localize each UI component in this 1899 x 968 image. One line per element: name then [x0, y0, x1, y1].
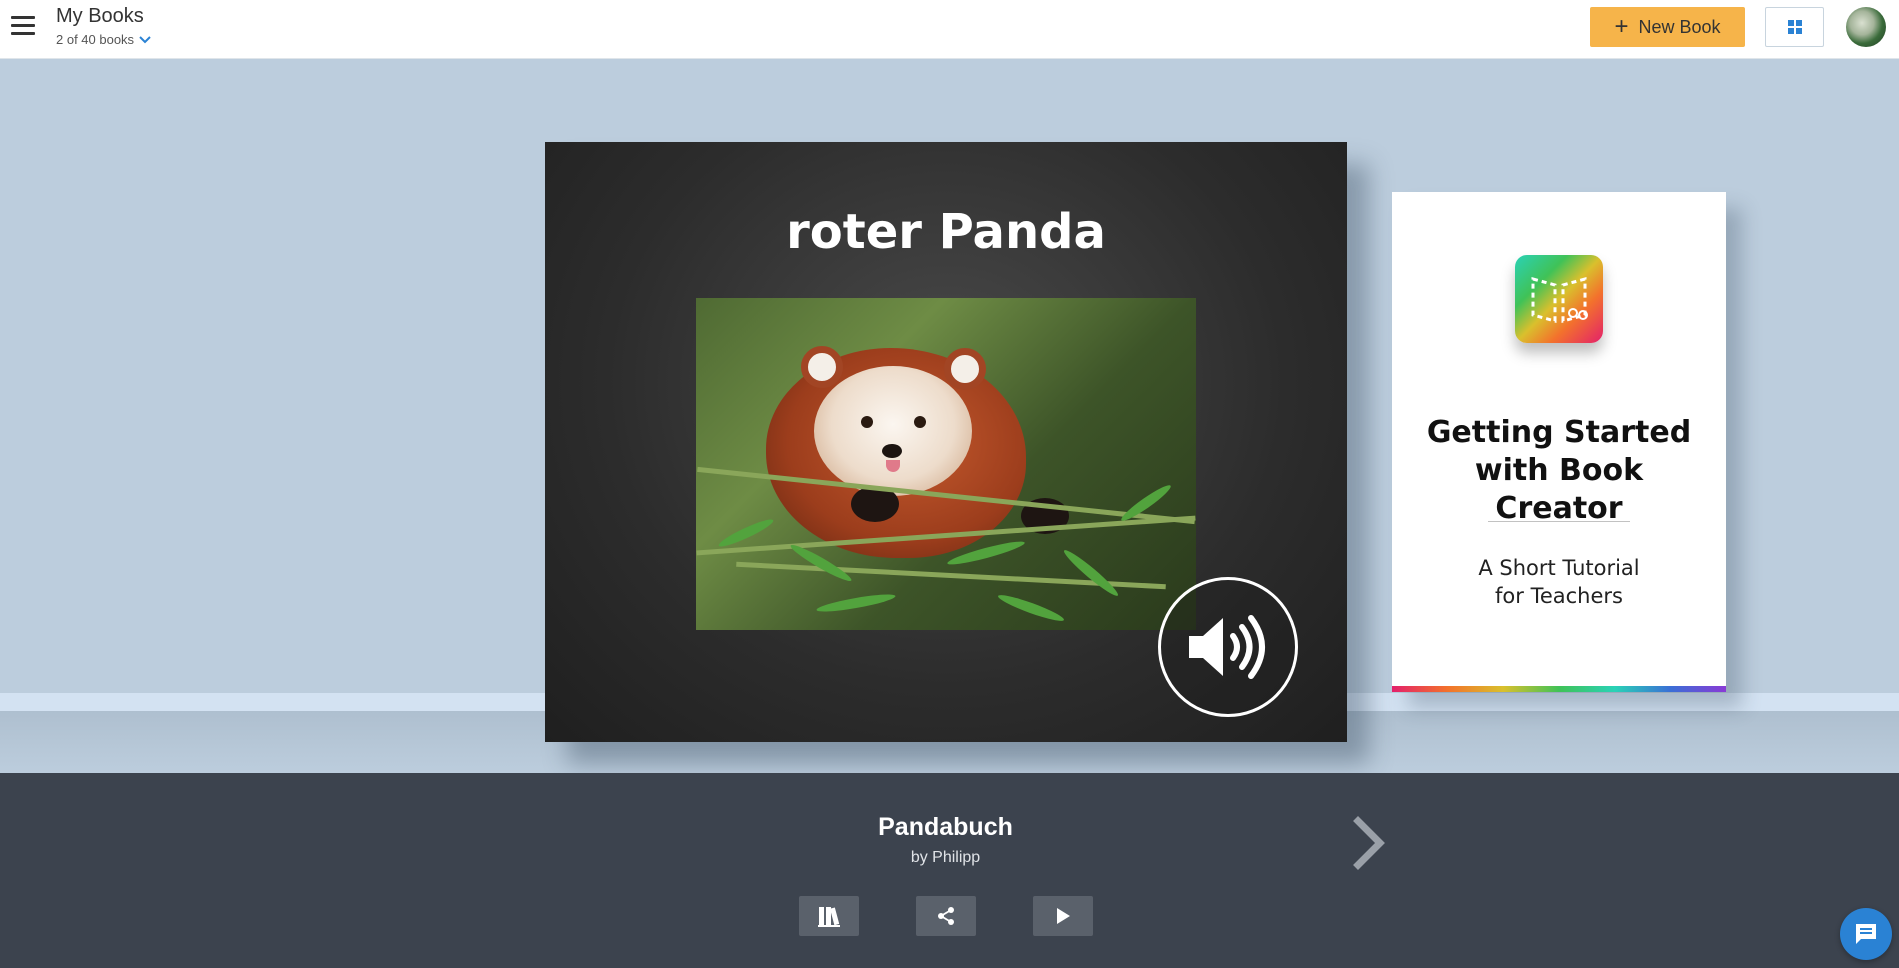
book-count-label: 2 of 40 books: [56, 32, 135, 47]
hamburger-icon[interactable]: [11, 16, 35, 36]
chat-button[interactable]: [1840, 908, 1892, 960]
divider: [1488, 521, 1630, 522]
book-info-panel: Pandabuch by Philipp: [0, 773, 1899, 968]
chat-icon: [1856, 924, 1876, 944]
share-icon: [938, 907, 954, 925]
avatar[interactable]: [1846, 7, 1886, 47]
speaker-icon[interactable]: [1158, 577, 1298, 717]
book-cover-getting-started[interactable]: Getting Started with Book Creator A Shor…: [1392, 192, 1726, 692]
side-book-subtitle: A Short Tutorial for Teachers: [1478, 556, 1640, 608]
chevron-down-icon: [139, 35, 151, 43]
chevron-right-icon[interactable]: [1350, 813, 1390, 873]
page-title: My Books: [56, 5, 144, 27]
cover-title: roter Panda: [786, 204, 1106, 260]
new-book-button[interactable]: + New Book: [1590, 7, 1745, 47]
grid-view-button[interactable]: [1765, 7, 1824, 47]
play-icon: [1057, 908, 1070, 924]
book-name: Pandabuch: [878, 813, 1013, 841]
library-button[interactable]: [799, 896, 859, 936]
book-creator-logo: [1515, 255, 1603, 343]
grid-view-icon: [1787, 20, 1802, 34]
rainbow-stripe: [1392, 686, 1726, 692]
share-button[interactable]: [916, 896, 976, 936]
title-block: My Books 2 of 40 books: [56, 5, 151, 47]
new-book-label: New Book: [1638, 16, 1721, 37]
book-cover-pandabuch[interactable]: roter Panda: [545, 142, 1347, 742]
red-panda-photo: [696, 298, 1196, 630]
library-icon: [818, 907, 840, 927]
plus-icon: +: [1614, 13, 1629, 40]
side-book-title: Getting Started with Book Creator: [1426, 415, 1692, 526]
top-bar: My Books 2 of 40 books + New Book: [0, 0, 1899, 59]
book-count-dropdown[interactable]: 2 of 40 books: [56, 32, 151, 47]
play-button[interactable]: [1033, 896, 1093, 936]
book-author: by Philipp: [910, 849, 981, 866]
